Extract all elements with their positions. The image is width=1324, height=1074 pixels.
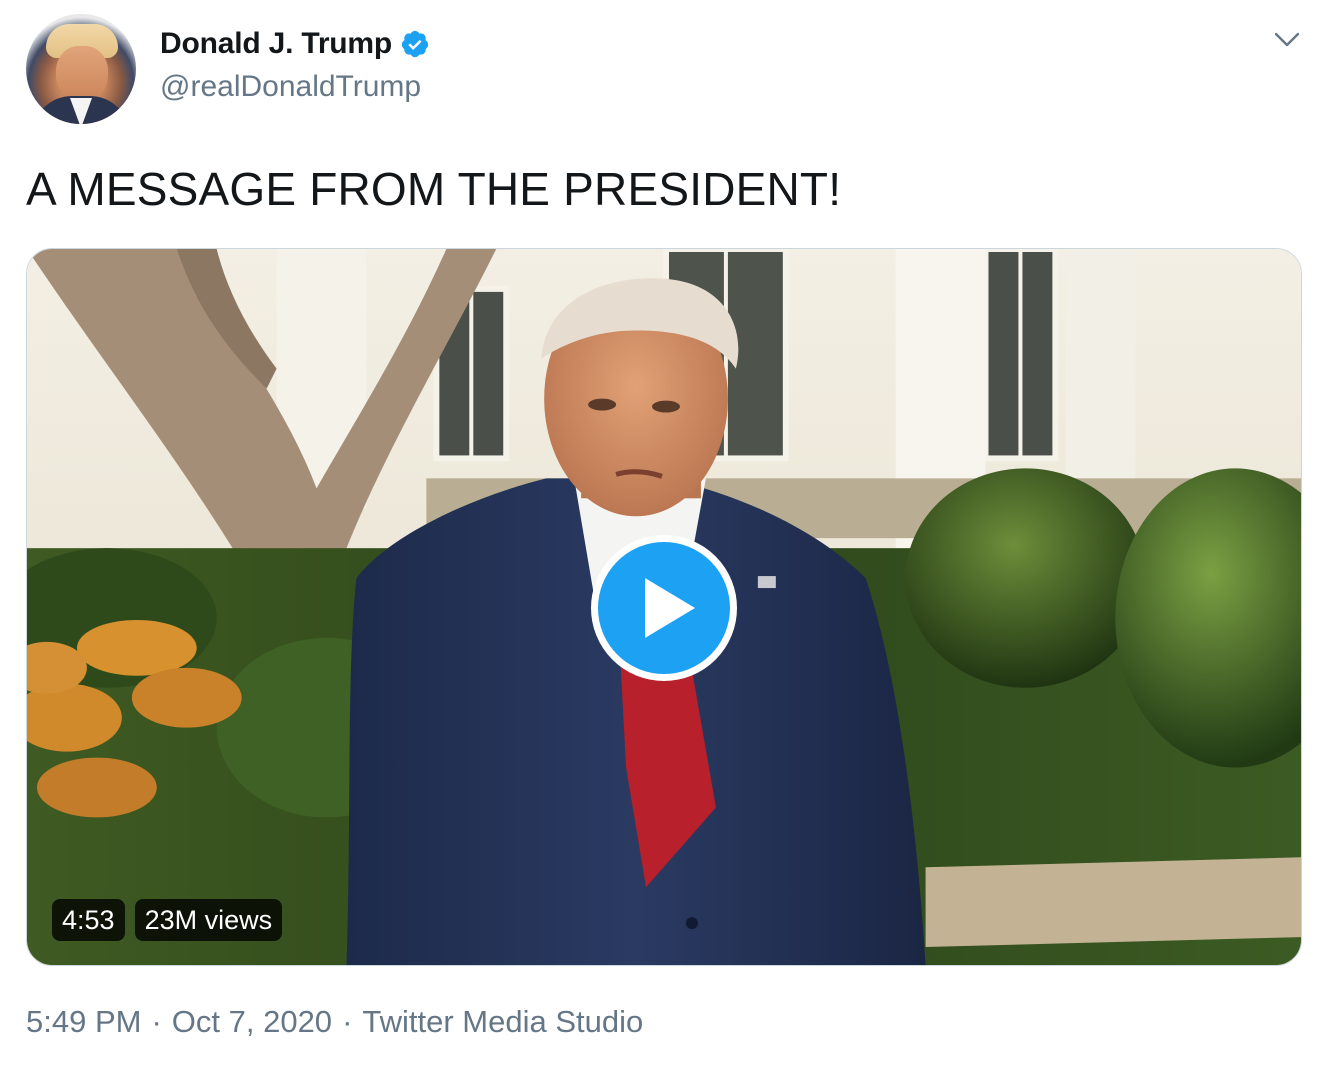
more-options-button[interactable] [1270, 26, 1304, 54]
tweet-text: A MESSAGE FROM THE PRESIDENT! [26, 163, 842, 215]
meta-separator: · [342, 1004, 353, 1039]
avatar[interactable] [26, 14, 136, 124]
tweet-date[interactable]: Oct 7, 2020 [172, 1004, 332, 1040]
tweet-source[interactable]: Twitter Media Studio [362, 1004, 643, 1040]
play-button[interactable] [591, 535, 737, 681]
meta-separator: · [151, 1004, 162, 1039]
verified-badge-icon [401, 30, 429, 58]
chevron-down-icon [1274, 32, 1300, 47]
play-icon [645, 578, 695, 638]
tweet-time[interactable]: 5:49 PM [26, 1004, 141, 1040]
tweet-meta: 5:49 PM · Oct 7, 2020 · Twitter Media St… [26, 1004, 643, 1040]
display-name[interactable]: Donald J. Trump [160, 27, 392, 61]
video-duration: 4:53 [52, 899, 125, 941]
video-views: 23M views [134, 899, 283, 941]
display-name-row[interactable]: Donald J. Trump [160, 24, 430, 64]
avatar-face [56, 46, 108, 102]
video-player[interactable]: 4:53 23M views [26, 248, 1302, 966]
video-badges: 4:53 23M views [52, 899, 283, 941]
handle[interactable]: @realDonaldTrump [160, 70, 421, 104]
tweet: Donald J. Trump @realDonaldTrump A MESSA… [0, 0, 1324, 1074]
